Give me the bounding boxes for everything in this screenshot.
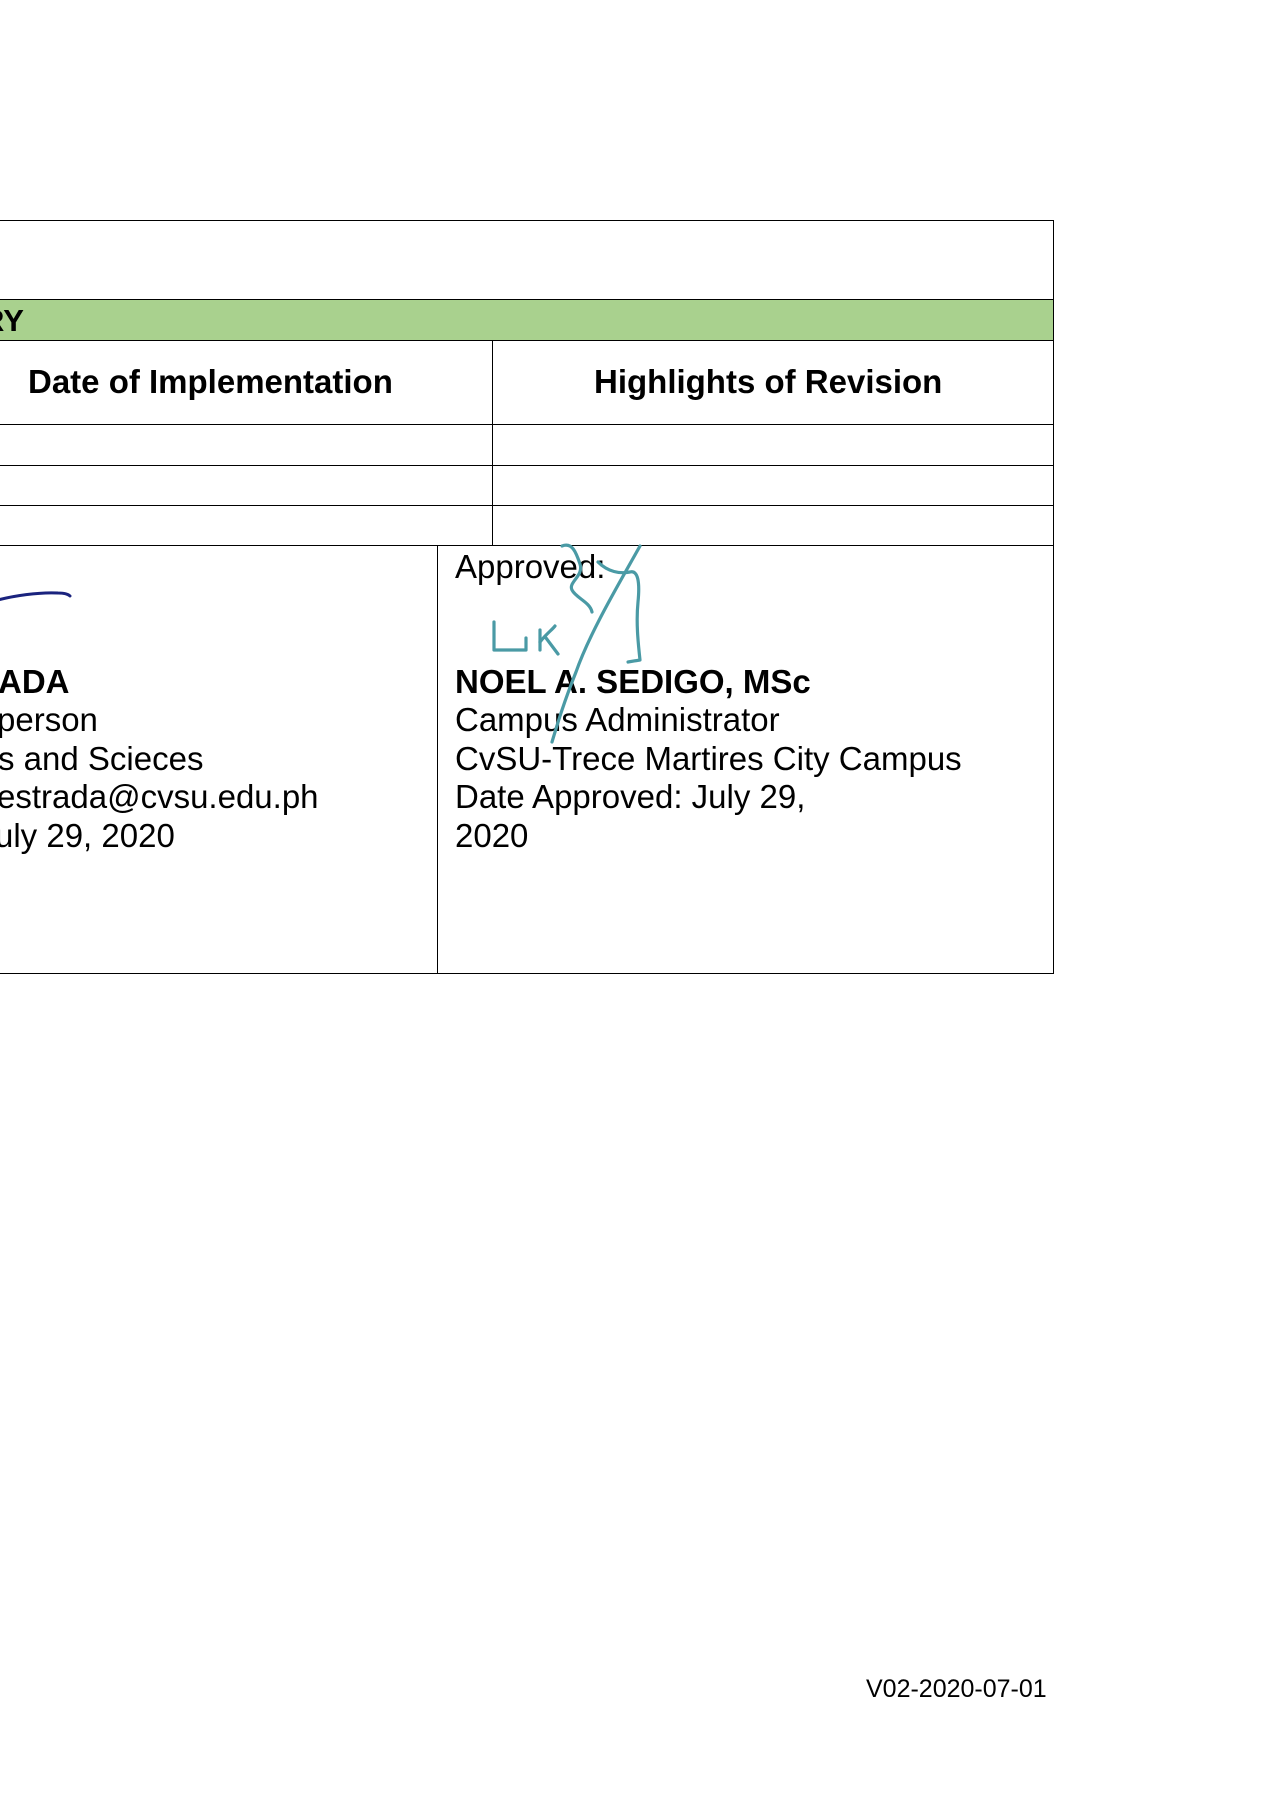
table-line-band-bottom (0, 340, 1054, 342)
table-line-header-bottom (0, 424, 1054, 426)
table-line-bottom (0, 973, 1054, 975)
document-version-code: V02-2020-07-01 (866, 1675, 1047, 1703)
table-line-row2-bottom (0, 505, 1054, 507)
prepared-by-position: person (0, 701, 98, 738)
prepared-by-name: ADA (0, 663, 70, 700)
section-title: RY (0, 303, 24, 338)
table-line-right (1053, 220, 1055, 974)
table-line-col-divider (492, 340, 494, 546)
approval-date-line1: Date Approved: July 29, (455, 778, 806, 815)
prepared-by-date: uly 29, 2020 (0, 817, 175, 854)
approval-date-line2: 2020 (455, 817, 529, 854)
prepared-by-email: estrada@cvsu.edu.ph (0, 778, 319, 815)
table-line-top (0, 220, 1054, 222)
prepared-by-department: s and Scieces (0, 740, 204, 777)
column-header-highlights-of-revision: Highlights of Revision (594, 363, 943, 400)
section-band (0, 300, 1053, 340)
column-header-date-of-implementation: Date of Implementation (28, 363, 393, 400)
revision-history-table: RY Date of Implementation Highlights of … (0, 220, 1055, 975)
prepared-by-signature (0, 591, 72, 602)
table-line-band-top (0, 299, 1054, 301)
table-line-row1-bottom (0, 465, 1054, 467)
approver-signature (492, 543, 642, 744)
table-line-signature-divider (437, 545, 439, 974)
